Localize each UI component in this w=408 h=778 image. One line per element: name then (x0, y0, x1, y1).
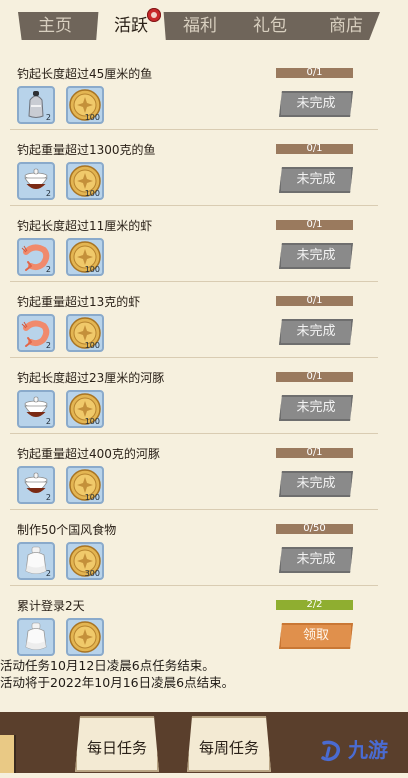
task-row: 累计登录2天 2/2 领取 (0, 590, 408, 666)
weekly-tasks-button[interactable]: 每周任务 (187, 716, 271, 772)
reward-count: 2 (45, 569, 51, 578)
task-row: 钓起长度超过11厘米的虾 0/1 2 100 未完成 (0, 210, 408, 286)
task-list: 钓起长度超过45厘米的鱼 0/1 2 100 未完成 钓起重量超过1300克的鱼 0/1 2 1… (0, 58, 408, 666)
task-title: 钓起长度超过11厘米的虾 (17, 219, 153, 233)
task-row: 钓起重量超过1300克的鱼 0/1 2 100 未完成 (0, 134, 408, 210)
task-row: 钓起长度超过45厘米的鱼 0/1 2 100 未完成 (0, 58, 408, 134)
task-progress-text: 0/1 (306, 143, 323, 154)
task-progress-text: 0/1 (306, 447, 323, 458)
reward-slot[interactable]: 100 (66, 162, 104, 200)
incomplete-button[interactable]: 未完成 (279, 243, 353, 269)
reward-slot[interactable]: 2 (17, 466, 55, 504)
row-divider (10, 357, 378, 358)
task-progress-bar: 0/1 (276, 219, 353, 230)
incomplete-button[interactable]: 未完成 (279, 547, 353, 573)
task-title: 钓起长度超过45厘米的鱼 (17, 67, 153, 81)
notification-badge-icon (147, 8, 161, 22)
task-row: 制作50个国风食物 0/50 2 300 未完成 (0, 514, 408, 590)
reward-count: 100 (84, 189, 100, 198)
task-progress-text: 0/1 (306, 371, 323, 382)
incomplete-button[interactable]: 未完成 (279, 471, 353, 497)
reward-slot[interactable]: 100 (66, 390, 104, 428)
tab-gift-pack[interactable]: 礼包 (240, 12, 300, 40)
reward-slot[interactable]: 2 (17, 390, 55, 428)
reward-slot[interactable]: 100 (66, 466, 104, 504)
reward-slot[interactable]: 100 (66, 314, 104, 352)
reward-count: 2 (45, 113, 51, 122)
reward-slot[interactable] (17, 618, 55, 656)
task-row: 钓起长度超过23厘米的河豚 0/1 2 100 未完成 (0, 362, 408, 438)
task-progress-bar: 0/1 (276, 447, 353, 458)
reward-count: 100 (84, 341, 100, 350)
reward-count: 2 (45, 417, 51, 426)
reward-slot[interactable]: 2 (17, 162, 55, 200)
task-progress-bar: 2/2 (276, 599, 353, 610)
incomplete-button[interactable]: 未完成 (279, 167, 353, 193)
task-progress-bar: 0/1 (276, 67, 353, 78)
notice-line-2: 活动将于2022年10月16日凌晨6点结束。 (0, 675, 235, 690)
reward-count: 100 (84, 493, 100, 502)
incomplete-button[interactable]: 未完成 (279, 91, 353, 117)
tab-shop[interactable]: 商店 (316, 12, 376, 40)
reward-slot[interactable]: 2 (17, 314, 55, 352)
task-title: 钓起重量超过1300克的鱼 (17, 143, 156, 157)
reward-count: 2 (45, 493, 51, 502)
task-title: 钓起重量超过400克的河豚 (17, 447, 160, 461)
reward-slot[interactable]: 2 (17, 86, 55, 124)
task-progress-bar: 0/1 (276, 143, 353, 154)
watermark-logo: 九游 (296, 727, 408, 773)
row-divider (10, 205, 378, 206)
row-divider (10, 585, 378, 586)
reward-count: 100 (84, 113, 100, 122)
watermark-text: 九游 (348, 738, 388, 762)
task-progress-text: 0/50 (303, 523, 326, 534)
row-divider (10, 281, 378, 282)
task-progress-bar: 0/50 (276, 523, 353, 534)
task-title: 钓起长度超过23厘米的河豚 (17, 371, 165, 385)
incomplete-button[interactable]: 未完成 (279, 319, 353, 345)
reward-slot[interactable]: 2 (17, 238, 55, 276)
reward-slot[interactable]: 100 (66, 238, 104, 276)
reward-slot[interactable] (66, 618, 104, 656)
reward-count: 2 (45, 341, 51, 350)
reward-slot[interactable]: 2 (17, 542, 55, 580)
reward-count: 100 (84, 265, 100, 274)
notice-line-1: 活动任务10月12日凌晨6点任务结束。 (0, 658, 215, 673)
task-title: 钓起重量超过13克的虾 (17, 295, 141, 309)
reward-count: 2 (45, 189, 51, 198)
reward-count: 300 (84, 569, 100, 578)
reward-slot[interactable]: 300 (66, 542, 104, 580)
row-divider (10, 129, 378, 130)
task-title: 累计登录2天 (17, 599, 85, 613)
tab-bar: 主页 活跃 福利 礼包 商店 (0, 0, 408, 44)
daily-tasks-button[interactable]: 每日任务 (75, 716, 159, 772)
task-progress-text: 0/1 (306, 219, 323, 230)
side-panel-edge (0, 735, 16, 773)
task-progress-bar: 0/1 (276, 295, 353, 306)
task-progress-bar: 0/1 (276, 371, 353, 382)
nine-game-logo-icon (321, 740, 341, 761)
task-progress-text: 0/1 (306, 295, 323, 306)
reward-count: 2 (45, 265, 51, 274)
event-notice: 活动任务10月12日凌晨6点任务结束。 活动将于2022年10月16日凌晨6点结… (0, 657, 234, 691)
task-progress-text: 2/2 (306, 599, 323, 610)
tab-home[interactable]: 主页 (25, 12, 85, 40)
incomplete-button[interactable]: 未完成 (279, 395, 353, 421)
tab-welfare[interactable]: 福利 (170, 12, 230, 40)
task-progress-text: 0/1 (306, 67, 323, 78)
row-divider (10, 433, 378, 434)
task-row: 钓起重量超过13克的虾 0/1 2 100 未完成 (0, 286, 408, 362)
milk-jar-icon (19, 620, 53, 658)
reward-count: 100 (84, 417, 100, 426)
task-row: 钓起重量超过400克的河豚 0/1 2 100 未完成 (0, 438, 408, 514)
claim-button[interactable]: 领取 (279, 623, 353, 649)
reward-slot[interactable]: 100 (66, 86, 104, 124)
coin-icon (68, 620, 102, 658)
task-title: 制作50个国风食物 (17, 523, 117, 537)
row-divider (10, 509, 378, 510)
